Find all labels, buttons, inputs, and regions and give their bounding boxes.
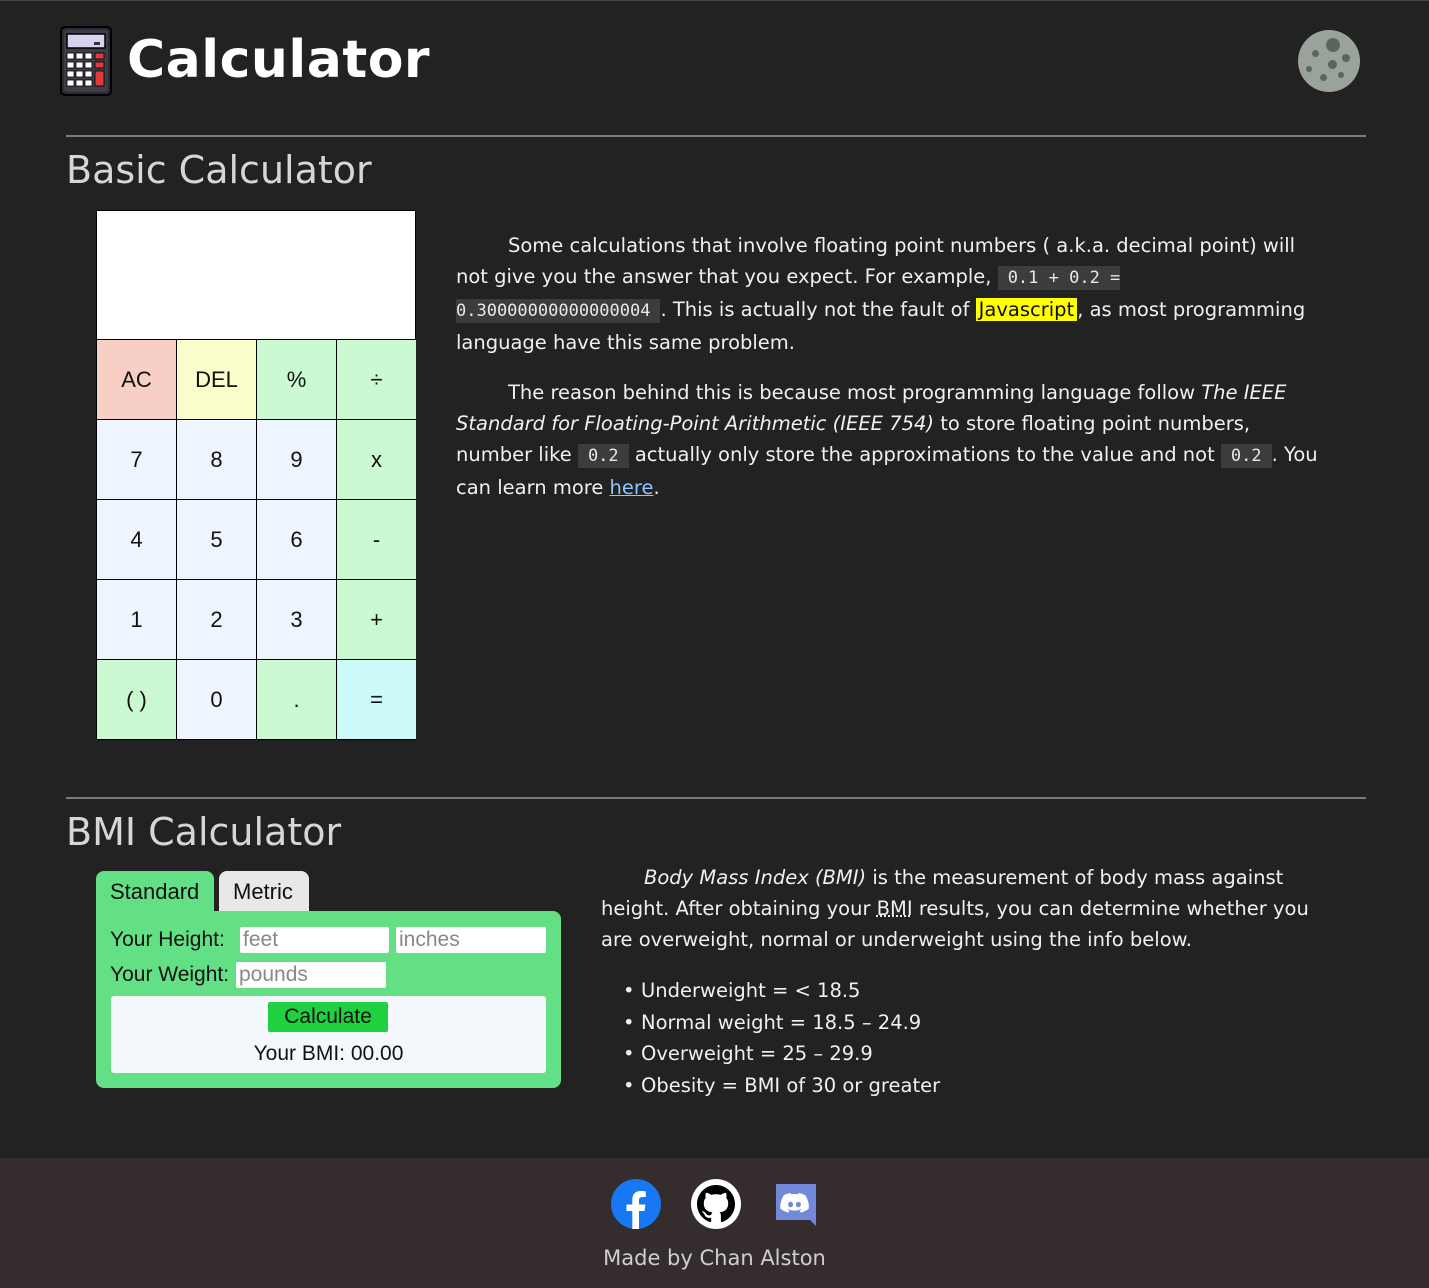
calc-key-digit-0[interactable]: 0 [177,660,256,739]
list-item: Normal weight = 18.5 – 24.9 [623,1007,1341,1039]
inches-input[interactable] [396,927,546,953]
basic-calculator: AC DEL% ÷ 7 8 9 x 4 5 6- 1 2 3 + ( ) 0. = [96,210,416,740]
bmi-result-box: Calculate Your BMI: 00.00 [111,996,546,1073]
top-border [0,0,1429,1]
info-paragraph-1: Some calculations that involve floating … [456,230,1326,358]
info-text: . [653,476,660,499]
header: Calculator [60,26,1370,96]
calc-key-all-clear[interactable]: AC [97,340,176,419]
calc-key-divide[interactable]: ÷ [337,340,416,419]
calculate-button[interactable]: Calculate [268,1002,388,1032]
calculator-display [97,211,415,339]
calc-key-equals[interactable]: = [337,660,416,739]
bmi-abbreviation: BMI [876,897,913,920]
calculator-logo-icon [60,26,112,96]
basic-calculator-title: Basic Calculator [66,148,372,192]
calc-key-percent[interactable]: % [257,340,336,419]
calc-key-parentheses[interactable]: ( ) [97,660,176,739]
list-item: Underweight = < 18.5 [623,975,1341,1007]
floating-point-info: Some calculations that involve floating … [456,230,1326,522]
calc-key-digit-2[interactable]: 2 [177,580,256,659]
calc-key-digit-4[interactable]: 4 [97,500,176,579]
height-label: Your Height: [110,928,225,951]
weight-label: Your Weight: [110,963,230,986]
calc-key-digit-8[interactable]: 8 [177,420,256,499]
calc-key-multiply[interactable]: x [337,420,416,499]
calc-key-digit-7[interactable]: 7 [97,420,176,499]
section-divider [66,797,1366,799]
list-item: Overweight = 25 – 29.9 [623,1038,1341,1070]
bmi-form-panel: Your Height: Your Weight: Calculate Your… [96,911,561,1088]
calc-key-add[interactable]: + [337,580,416,659]
list-item: Obesity = BMI of 30 or greater [623,1070,1341,1102]
calc-key-digit-3[interactable]: 3 [257,580,336,659]
facebook-icon[interactable] [610,1178,662,1230]
bmi-categories-list: Underweight = < 18.5 Normal weight = 18.… [623,975,1341,1101]
theme-toggle-moon-icon[interactable] [1298,30,1360,92]
code-example: 0.2 [577,444,629,468]
bmi-calculator-title: BMI Calculator [66,810,342,854]
tab-standard[interactable]: Standard [96,871,214,913]
calc-key-digit-9[interactable]: 9 [257,420,336,499]
app-title: Calculator [127,30,431,90]
info-paragraph-2: The reason behind this is because most p… [456,377,1326,503]
info-text: Some calculations that involve floating … [456,234,1296,288]
calc-key-decimal[interactable]: . [257,660,336,739]
bmi-emphasis: Body Mass Index (BMI) [644,866,867,889]
javascript-highlight: Javascript [975,298,1078,321]
bmi-info: Body Mass Index (BMI) is the measurement… [601,862,1341,1101]
info-text: The reason behind this is because most p… [508,381,1196,404]
calc-key-delete[interactable]: DEL [177,340,256,419]
calc-key-subtract[interactable]: - [337,500,416,579]
section-divider [66,135,1366,137]
calc-key-digit-5[interactable]: 5 [177,500,256,579]
calc-key-digit-1[interactable]: 1 [97,580,176,659]
bmi-result: Your BMI: 00.00 [253,1042,404,1065]
calc-key-digit-6[interactable]: 6 [257,500,336,579]
made-by-credit: Made by Chan Alston [603,1246,826,1270]
footer: Made by Chan Alston [0,1158,1429,1288]
calculator-keypad: AC DEL% ÷ 7 8 9 x 4 5 6- 1 2 3 + ( ) 0. = [97,340,416,739]
code-example: 0.2 [1220,444,1272,468]
pounds-input[interactable] [236,962,386,988]
discord-icon[interactable] [770,1178,822,1230]
info-text: actually only store the approximations t… [634,443,1215,466]
tab-metric[interactable]: Metric [219,871,309,913]
bmi-info-paragraph: Body Mass Index (BMI) is the measurement… [601,862,1341,955]
info-text: . This is actually not the fault of [660,298,970,321]
github-icon[interactable] [690,1178,742,1230]
feet-input[interactable] [240,927,389,953]
learn-more-link[interactable]: here [610,476,654,499]
